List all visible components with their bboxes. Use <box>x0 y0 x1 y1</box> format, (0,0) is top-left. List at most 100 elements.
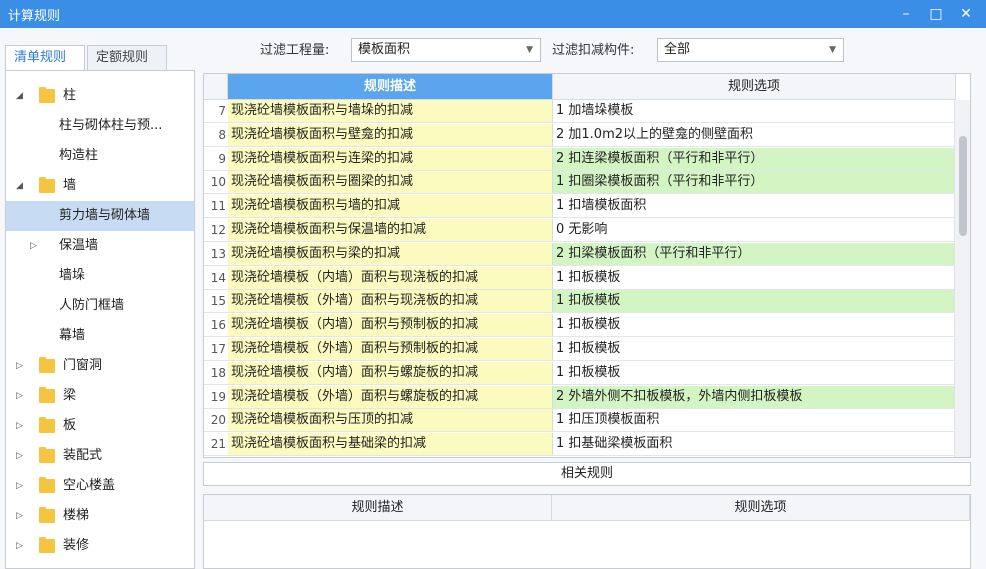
tab-list-rules[interactable]: 清单规则 <box>5 45 85 71</box>
rule-option[interactable]: 1 扣圈梁模板面积（平行和非平行） <box>553 171 956 195</box>
tree-item[interactable]: ▷ 板 <box>6 411 194 441</box>
rule-description: 现浇砼墙模板（外墙）面积与螺旋板的扣减 <box>228 385 553 409</box>
collapse-icon[interactable]: ◢ <box>16 81 23 111</box>
filter-deduct-select[interactable]: 全部 ▼ <box>657 38 844 62</box>
close-icon[interactable]: ✕ <box>956 4 976 24</box>
filter-quantity-value: 模板面积 <box>358 42 411 57</box>
rule-option[interactable]: 1 扣压顶模板面积 <box>553 409 956 433</box>
expand-icon[interactable]: ▷ <box>16 351 23 381</box>
folder-icon <box>39 417 55 433</box>
table-row[interactable]: 12 现浇砼墙模板面积与保温墙的扣减 0 无影响 <box>204 219 956 242</box>
related-col-desc: 规则描述 <box>204 495 552 521</box>
rule-option[interactable]: 1 加墙垛模板 <box>553 100 956 123</box>
folder-icon <box>39 387 55 403</box>
tree-item-label: 墙垛 <box>59 268 86 283</box>
tree-item[interactable]: 人防门框墙 <box>6 291 194 321</box>
tree-item[interactable]: ▷ 空心楼盖 <box>6 471 194 501</box>
table-row[interactable]: 15 现浇砼墙模板（外墙）面积与现浇板的扣减 1 扣板模板 <box>204 290 956 314</box>
tree-item[interactable]: ◢ 柱 <box>6 81 194 111</box>
tree-item[interactable]: ▷ 梁 <box>6 381 194 411</box>
folder-icon <box>39 87 55 103</box>
tree-item[interactable]: 剪力墙与砌体墙 <box>6 201 194 231</box>
expand-icon[interactable]: ▷ <box>16 501 23 531</box>
maximize-icon[interactable]: □ <box>926 4 946 24</box>
table-row[interactable]: 21 现浇砼墙模板面积与基础梁的扣减 1 扣基础梁模板面积 <box>204 433 956 457</box>
rule-option[interactable]: 2 加1.0m2以上的壁龛的侧壁面积 <box>553 123 956 147</box>
tree-item-label: 人防门框墙 <box>59 298 125 313</box>
folder-icon <box>39 507 55 523</box>
component-tree: ◢ 柱柱与砌体柱与预... 构造柱 ◢ 墙剪力墙与砌体墙 ▷ 保温墙 墙垛 人防门框墙 幕墙 ▷ 门窗… <box>5 70 195 569</box>
table-row[interactable]: 13 现浇砼墙模板面积与梁的扣减 2 扣梁模板面积（平行和非平行） <box>204 242 956 266</box>
tree-item[interactable]: ▷ 门窗洞 <box>6 351 194 381</box>
folder-icon <box>39 357 55 373</box>
related-rules-title: 相关规则 <box>203 462 971 486</box>
rule-option[interactable]: 1 扣板模板 <box>553 338 956 361</box>
tree-item[interactable]: 构造柱 <box>6 141 194 171</box>
table-row[interactable]: 20 现浇砼墙模板面积与压顶的扣减 1 扣压顶模板面积 <box>204 409 956 433</box>
folder-icon <box>39 537 55 553</box>
tree-item-label: 保温墙 <box>59 238 99 253</box>
table-row[interactable]: 7 现浇砼墙模板面积与墙垛的扣减 1 加墙垛模板 <box>204 100 956 123</box>
col-header-option: 规则选项 <box>553 74 956 100</box>
row-number: 21 <box>204 433 228 457</box>
table-row[interactable]: 18 现浇砼墙模板（内墙）面积与螺旋板的扣减 1 扣板模板 <box>204 361 956 385</box>
table-row[interactable]: 9 现浇砼墙模板面积与连梁的扣减 2 扣连梁模板面积（平行和非平行） <box>204 147 956 171</box>
rule-option[interactable]: 2 外墙外侧不扣板模板，外墙内侧扣板模板 <box>553 385 956 409</box>
filter-deduct-label: 过滤扣减构件: <box>552 43 635 58</box>
rule-description: 现浇砼墙模板面积与壁龛的扣减 <box>228 123 553 147</box>
rule-option[interactable]: 1 扣板模板 <box>553 290 956 314</box>
rule-description: 现浇砼墙模板面积与墙的扣减 <box>228 195 553 219</box>
scrollbar-thumb[interactable] <box>959 136 967 236</box>
folder-icon <box>39 177 55 193</box>
rule-description: 现浇砼墙模板（外墙）面积与预制板的扣减 <box>228 338 553 361</box>
row-number: 17 <box>204 338 228 361</box>
related-rules-grid: 规则描述 规则选项 <box>203 494 971 569</box>
rule-description: 现浇砼墙模板面积与墙垛的扣减 <box>228 100 553 123</box>
rule-option[interactable]: 0 无影响 <box>553 219 956 242</box>
rule-option[interactable]: 1 扣板模板 <box>553 314 956 338</box>
tree-item[interactable]: ◢ 墙 <box>6 171 194 201</box>
rule-option[interactable]: 2 扣梁模板面积（平行和非平行） <box>553 242 956 266</box>
tab-quota-rules[interactable]: 定额规则 <box>87 45 167 70</box>
expand-icon[interactable]: ▷ <box>30 231 37 261</box>
table-row[interactable]: 14 现浇砼墙模板（内墙）面积与现浇板的扣减 1 扣板模板 <box>204 266 956 290</box>
tree-item-label: 装修 <box>63 538 90 553</box>
tree-item-label: 梁 <box>63 388 77 403</box>
tree-item[interactable]: 柱与砌体柱与预... <box>6 111 194 141</box>
rules-grid: 规则描述 规则选项 7 现浇砼墙模板面积与墙垛的扣减 1 加墙垛模板 8 现浇砼墙模板面… <box>203 73 971 458</box>
minimize-icon[interactable]: – <box>896 4 916 24</box>
window-title: 计算规则 <box>8 9 61 24</box>
rule-option[interactable]: 1 扣板模板 <box>553 361 956 385</box>
table-row[interactable]: 8 现浇砼墙模板面积与壁龛的扣减 2 加1.0m2以上的壁龛的侧壁面积 <box>204 123 956 147</box>
expand-icon[interactable]: ▷ <box>16 411 23 441</box>
expand-icon[interactable]: ▷ <box>16 381 23 411</box>
tree-item[interactable]: 墙垛 <box>6 261 194 291</box>
table-row[interactable]: 11 现浇砼墙模板面积与墙的扣减 1 扣墙模板面积 <box>204 195 956 219</box>
rule-option[interactable]: 1 扣墙模板面积 <box>553 195 956 219</box>
expand-icon[interactable]: ▷ <box>16 531 23 561</box>
tree-item[interactable]: 幕墙 <box>6 321 194 351</box>
rule-option[interactable]: 2 扣连梁模板面积（平行和非平行） <box>553 147 956 171</box>
rule-option[interactable]: 1 扣板模板 <box>553 266 956 290</box>
tree-item[interactable]: ▷ 楼梯 <box>6 501 194 531</box>
chevron-down-icon: ▼ <box>829 45 836 55</box>
tree-item-label: 墙 <box>63 178 77 193</box>
filter-quantity-label: 过滤工程量: <box>260 43 330 58</box>
grid-scrollbar[interactable] <box>954 100 970 457</box>
table-row[interactable]: 19 现浇砼墙模板（外墙）面积与螺旋板的扣减 2 外墙外侧不扣板模板，外墙内侧扣板模… <box>204 385 956 409</box>
expand-icon[interactable]: ▷ <box>16 471 23 501</box>
tree-item[interactable]: ▷ 装配式 <box>6 441 194 471</box>
tree-item[interactable]: ▷ 装修 <box>6 531 194 561</box>
tree-item-label: 柱 <box>63 88 77 103</box>
row-number: 16 <box>204 314 228 338</box>
row-number: 20 <box>204 409 228 433</box>
table-row[interactable]: 16 现浇砼墙模板（内墙）面积与预制板的扣减 1 扣板模板 <box>204 314 956 338</box>
tree-item-label: 楼梯 <box>63 508 90 523</box>
table-row[interactable]: 17 现浇砼墙模板（外墙）面积与预制板的扣减 1 扣板模板 <box>204 338 956 361</box>
expand-icon[interactable]: ▷ <box>16 441 23 471</box>
collapse-icon[interactable]: ◢ <box>16 171 23 201</box>
tree-item[interactable]: ▷ 保温墙 <box>6 231 194 261</box>
table-row[interactable]: 10 现浇砼墙模板面积与圈梁的扣减 1 扣圈梁模板面积（平行和非平行） <box>204 171 956 195</box>
rule-option[interactable]: 1 扣基础梁模板面积 <box>553 433 956 457</box>
filter-quantity-select[interactable]: 模板面积 ▼ <box>351 38 541 62</box>
